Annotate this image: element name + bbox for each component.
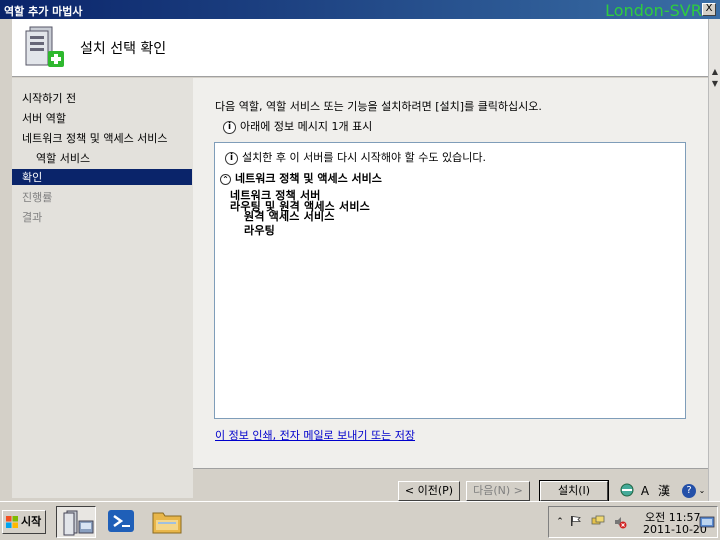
- taskbar-powershell[interactable]: [102, 506, 142, 538]
- network-icon[interactable]: [591, 515, 605, 529]
- next-button: 다음(N) >: [466, 481, 530, 501]
- nav-item-results: 결과: [22, 211, 43, 224]
- collapse-icon[interactable]: ⌃: [220, 173, 231, 185]
- restart-warning: i 설치한 후 이 서버를 다시 시작해야 할 수도 있습니다.: [225, 149, 486, 165]
- folder-icon: [152, 512, 182, 534]
- window-title: 역할 추가 마법사: [4, 5, 83, 18]
- page-title: 설치 선택 확인: [80, 41, 167, 57]
- info-icon: i: [225, 151, 238, 165]
- input-mode-indicator[interactable]: A: [638, 483, 652, 499]
- wizard-nav: 시작하기 전 서버 역할 네트워크 정책 및 액세스 서비스 역할 서비스 확인…: [12, 78, 193, 498]
- taskbar-explorer[interactable]: [148, 506, 188, 538]
- info-message-count: i 아래에 정보 메시지 1개 표시: [223, 118, 372, 134]
- taskbar: 시작 ⌃ 오전 11:57 2011-10-20: [0, 501, 720, 540]
- info-icon: i: [223, 120, 236, 134]
- start-label: 시작: [21, 515, 42, 528]
- help-icon[interactable]: ?: [682, 484, 696, 498]
- footer-divider: [193, 468, 708, 469]
- start-button[interactable]: 시작: [2, 510, 46, 534]
- ime-icon[interactable]: [620, 483, 634, 499]
- info-count-label: 아래에 정보 메시지 1개 표시: [240, 120, 373, 133]
- results-box[interactable]: i 설치한 후 이 서버를 다시 시작해야 할 수도 있습니다. ⌃ 네트워크 정책…: [214, 142, 686, 419]
- clock-date[interactable]: 2011-10-20: [643, 523, 707, 536]
- nav-item-before-you-begin[interactable]: 시작하기 전: [22, 90, 76, 106]
- restart-warning-text: 설치한 후 이 서버를 다시 시작해야 할 수도 있습니다.: [242, 151, 486, 164]
- scroll-down-icon[interactable]: ▼: [710, 79, 720, 91]
- volume-muted-icon[interactable]: [613, 515, 627, 529]
- show-hidden-icons-icon[interactable]: ⌃: [553, 515, 567, 529]
- taskbar-server-manager[interactable]: [56, 506, 96, 538]
- language-bar: A 漢 ? ⌄: [614, 481, 708, 501]
- windows-logo-icon: [6, 516, 18, 528]
- system-tray: ⌃ 오전 11:57 2011-10-20: [548, 506, 718, 538]
- server-name-watermark: London-SVR1: [605, 1, 712, 20]
- wizard-header: 설치 선택 확인: [12, 19, 708, 77]
- title-bar: 역할 추가 마법사 London-SVR1 X: [0, 0, 720, 20]
- close-button[interactable]: X: [702, 3, 716, 16]
- flag-icon[interactable]: [569, 515, 583, 529]
- install-button[interactable]: 설치(I): [539, 480, 609, 502]
- section-header-label: 네트워크 정책 및 액세스 서비스: [235, 172, 382, 185]
- previous-button[interactable]: < 이전(P): [398, 481, 460, 501]
- section-header[interactable]: ⌃ 네트워크 정책 및 액세스 서비스: [220, 170, 382, 186]
- nav-item-role-services[interactable]: 역할 서비스: [36, 150, 90, 166]
- intro-text: 다음 역할, 역할 서비스 또는 기능을 설치하려면 [설치]를 클릭하십시오.: [215, 100, 542, 113]
- side-scrollbar[interactable]: ▲ ▼: [708, 19, 720, 501]
- scroll-up-icon[interactable]: ▲: [710, 67, 720, 79]
- hanja-button[interactable]: 漢: [656, 483, 672, 499]
- server-manager-icon: [63, 510, 94, 536]
- server-roles-add-icon: [25, 26, 64, 67]
- powershell-icon: [108, 510, 134, 532]
- nav-item-progress: 진행률: [22, 191, 53, 204]
- print-email-save-link[interactable]: 이 정보 인쇄, 전자 메일로 보내기 또는 저장: [215, 427, 415, 443]
- nav-item-server-roles[interactable]: 서버 역할: [22, 110, 66, 126]
- langbar-options-icon[interactable]: ⌄: [698, 483, 706, 499]
- result-item-routing: 라우팅: [244, 224, 275, 237]
- nav-item-confirmation[interactable]: 확인: [12, 169, 192, 185]
- show-desktop-icon[interactable]: [699, 515, 715, 529]
- nav-item-npas[interactable]: 네트워크 정책 및 액세스 서비스: [22, 130, 168, 146]
